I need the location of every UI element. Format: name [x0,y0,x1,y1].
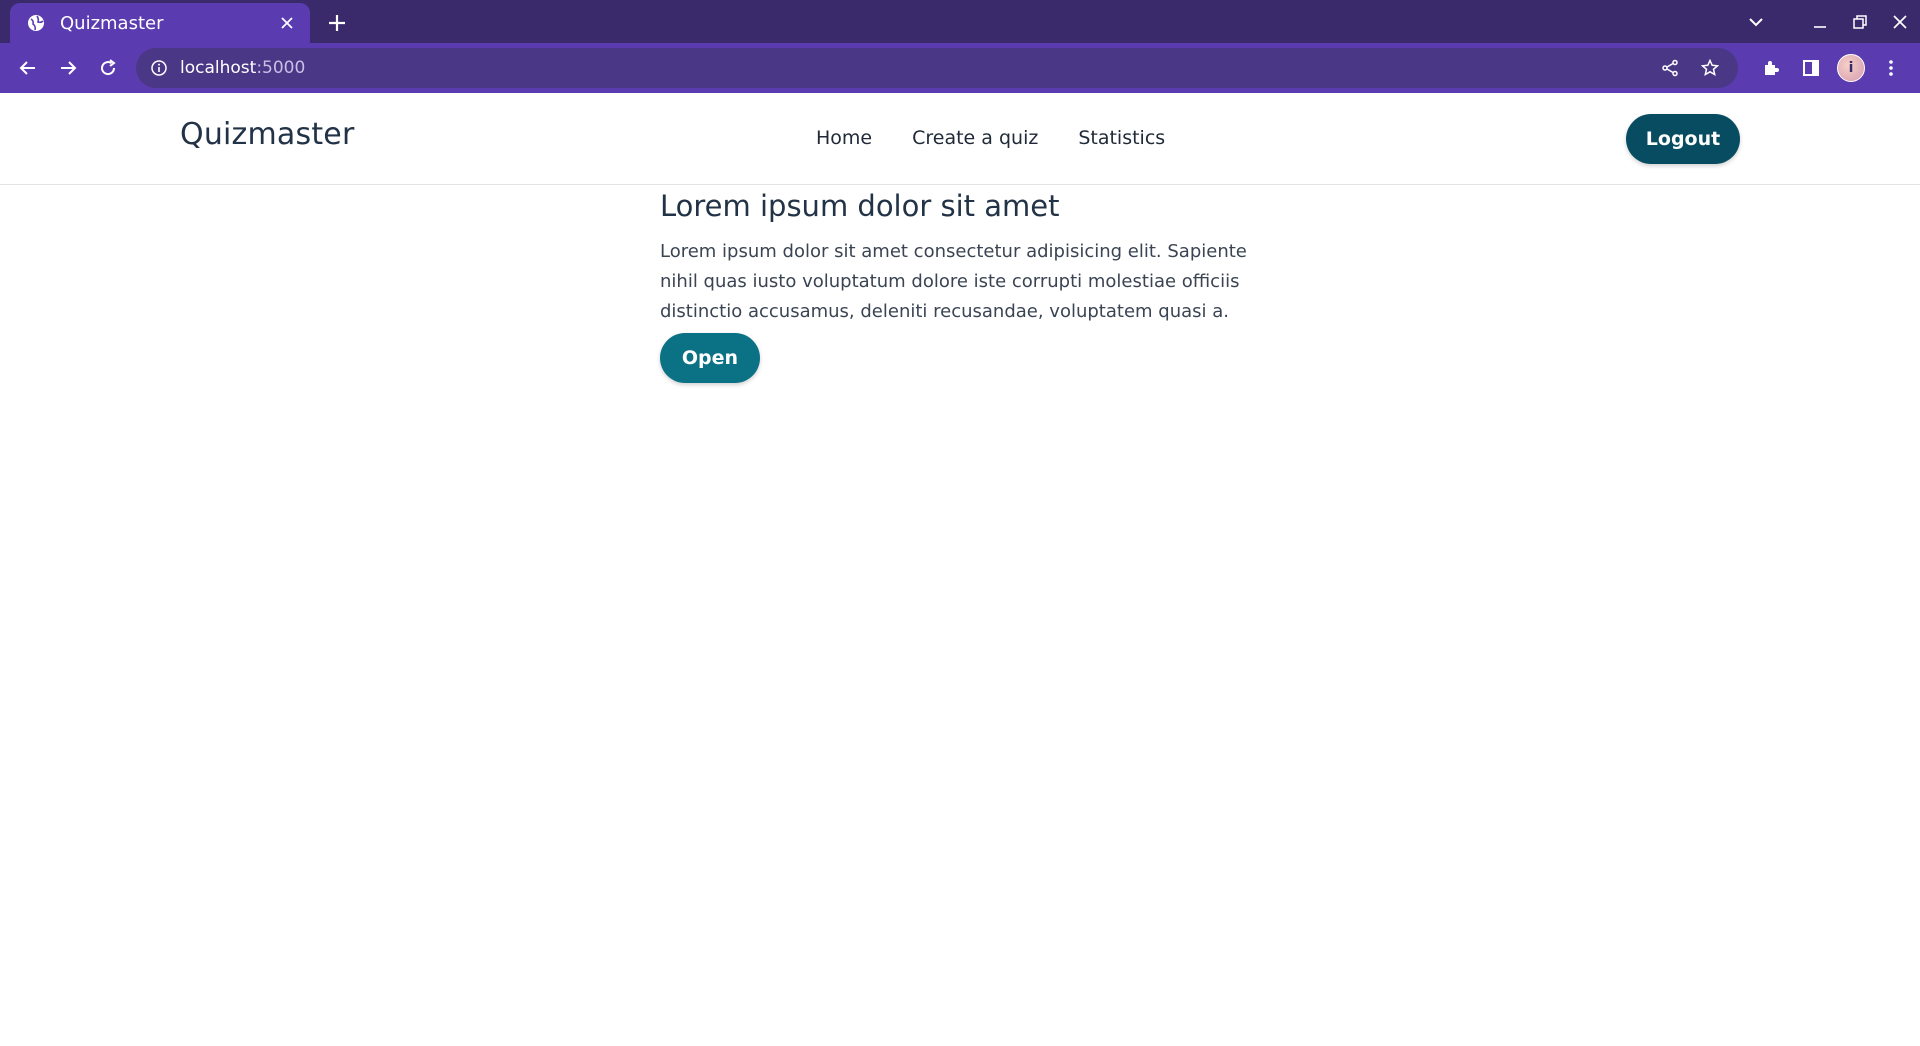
quiz-card: Lorem ipsum dolor sit amet Lorem ipsum d… [660,185,1260,383]
profile-avatar[interactable]: i [1836,52,1866,84]
main-nav: Home Create a quiz Statistics [816,127,1165,149]
open-quiz-button[interactable]: Open [660,333,760,383]
side-panel-icon[interactable] [1796,52,1826,84]
nav-link-home[interactable]: Home [816,127,872,149]
address-bar[interactable]: localhost:5000 [136,48,1738,88]
quiz-description: Lorem ipsum dolor sit amet consectetur a… [660,241,1247,322]
back-arrow-icon[interactable] [12,52,44,84]
nav-link-statistics[interactable]: Statistics [1078,127,1165,149]
url-text: localhost:5000 [180,58,306,78]
minimize-icon[interactable] [1800,0,1840,43]
reload-icon[interactable] [92,52,124,84]
brand-logo[interactable]: Quizmaster [180,117,355,152]
browser-toolbar: localhost:5000 i [0,43,1920,93]
star-icon[interactable] [1696,54,1724,82]
site-header: Quizmaster Home Create a quiz Statistics… [0,93,1920,185]
extensions-icon[interactable] [1756,52,1786,84]
close-window-icon[interactable] [1880,0,1920,43]
browser-tab[interactable]: Quizmaster [10,3,310,43]
info-icon[interactable] [150,59,168,77]
chevron-down-icon[interactable] [1736,0,1776,43]
tab-title: Quizmaster [60,12,164,34]
close-icon[interactable] [276,12,298,34]
more-vert-icon[interactable] [1876,52,1906,84]
avatar: i [1837,54,1865,82]
new-tab-button[interactable] [323,9,351,37]
nav-link-create-quiz[interactable]: Create a quiz [912,127,1038,149]
quiz-title: Lorem ipsum dolor sit amet [660,189,1060,223]
restore-icon[interactable] [1840,0,1880,43]
browser-tabstrip: Quizmaster [0,0,1920,43]
forward-arrow-icon[interactable] [52,52,84,84]
globe-icon [26,13,46,33]
logout-button[interactable]: Logout [1626,114,1740,164]
share-icon[interactable] [1656,54,1684,82]
